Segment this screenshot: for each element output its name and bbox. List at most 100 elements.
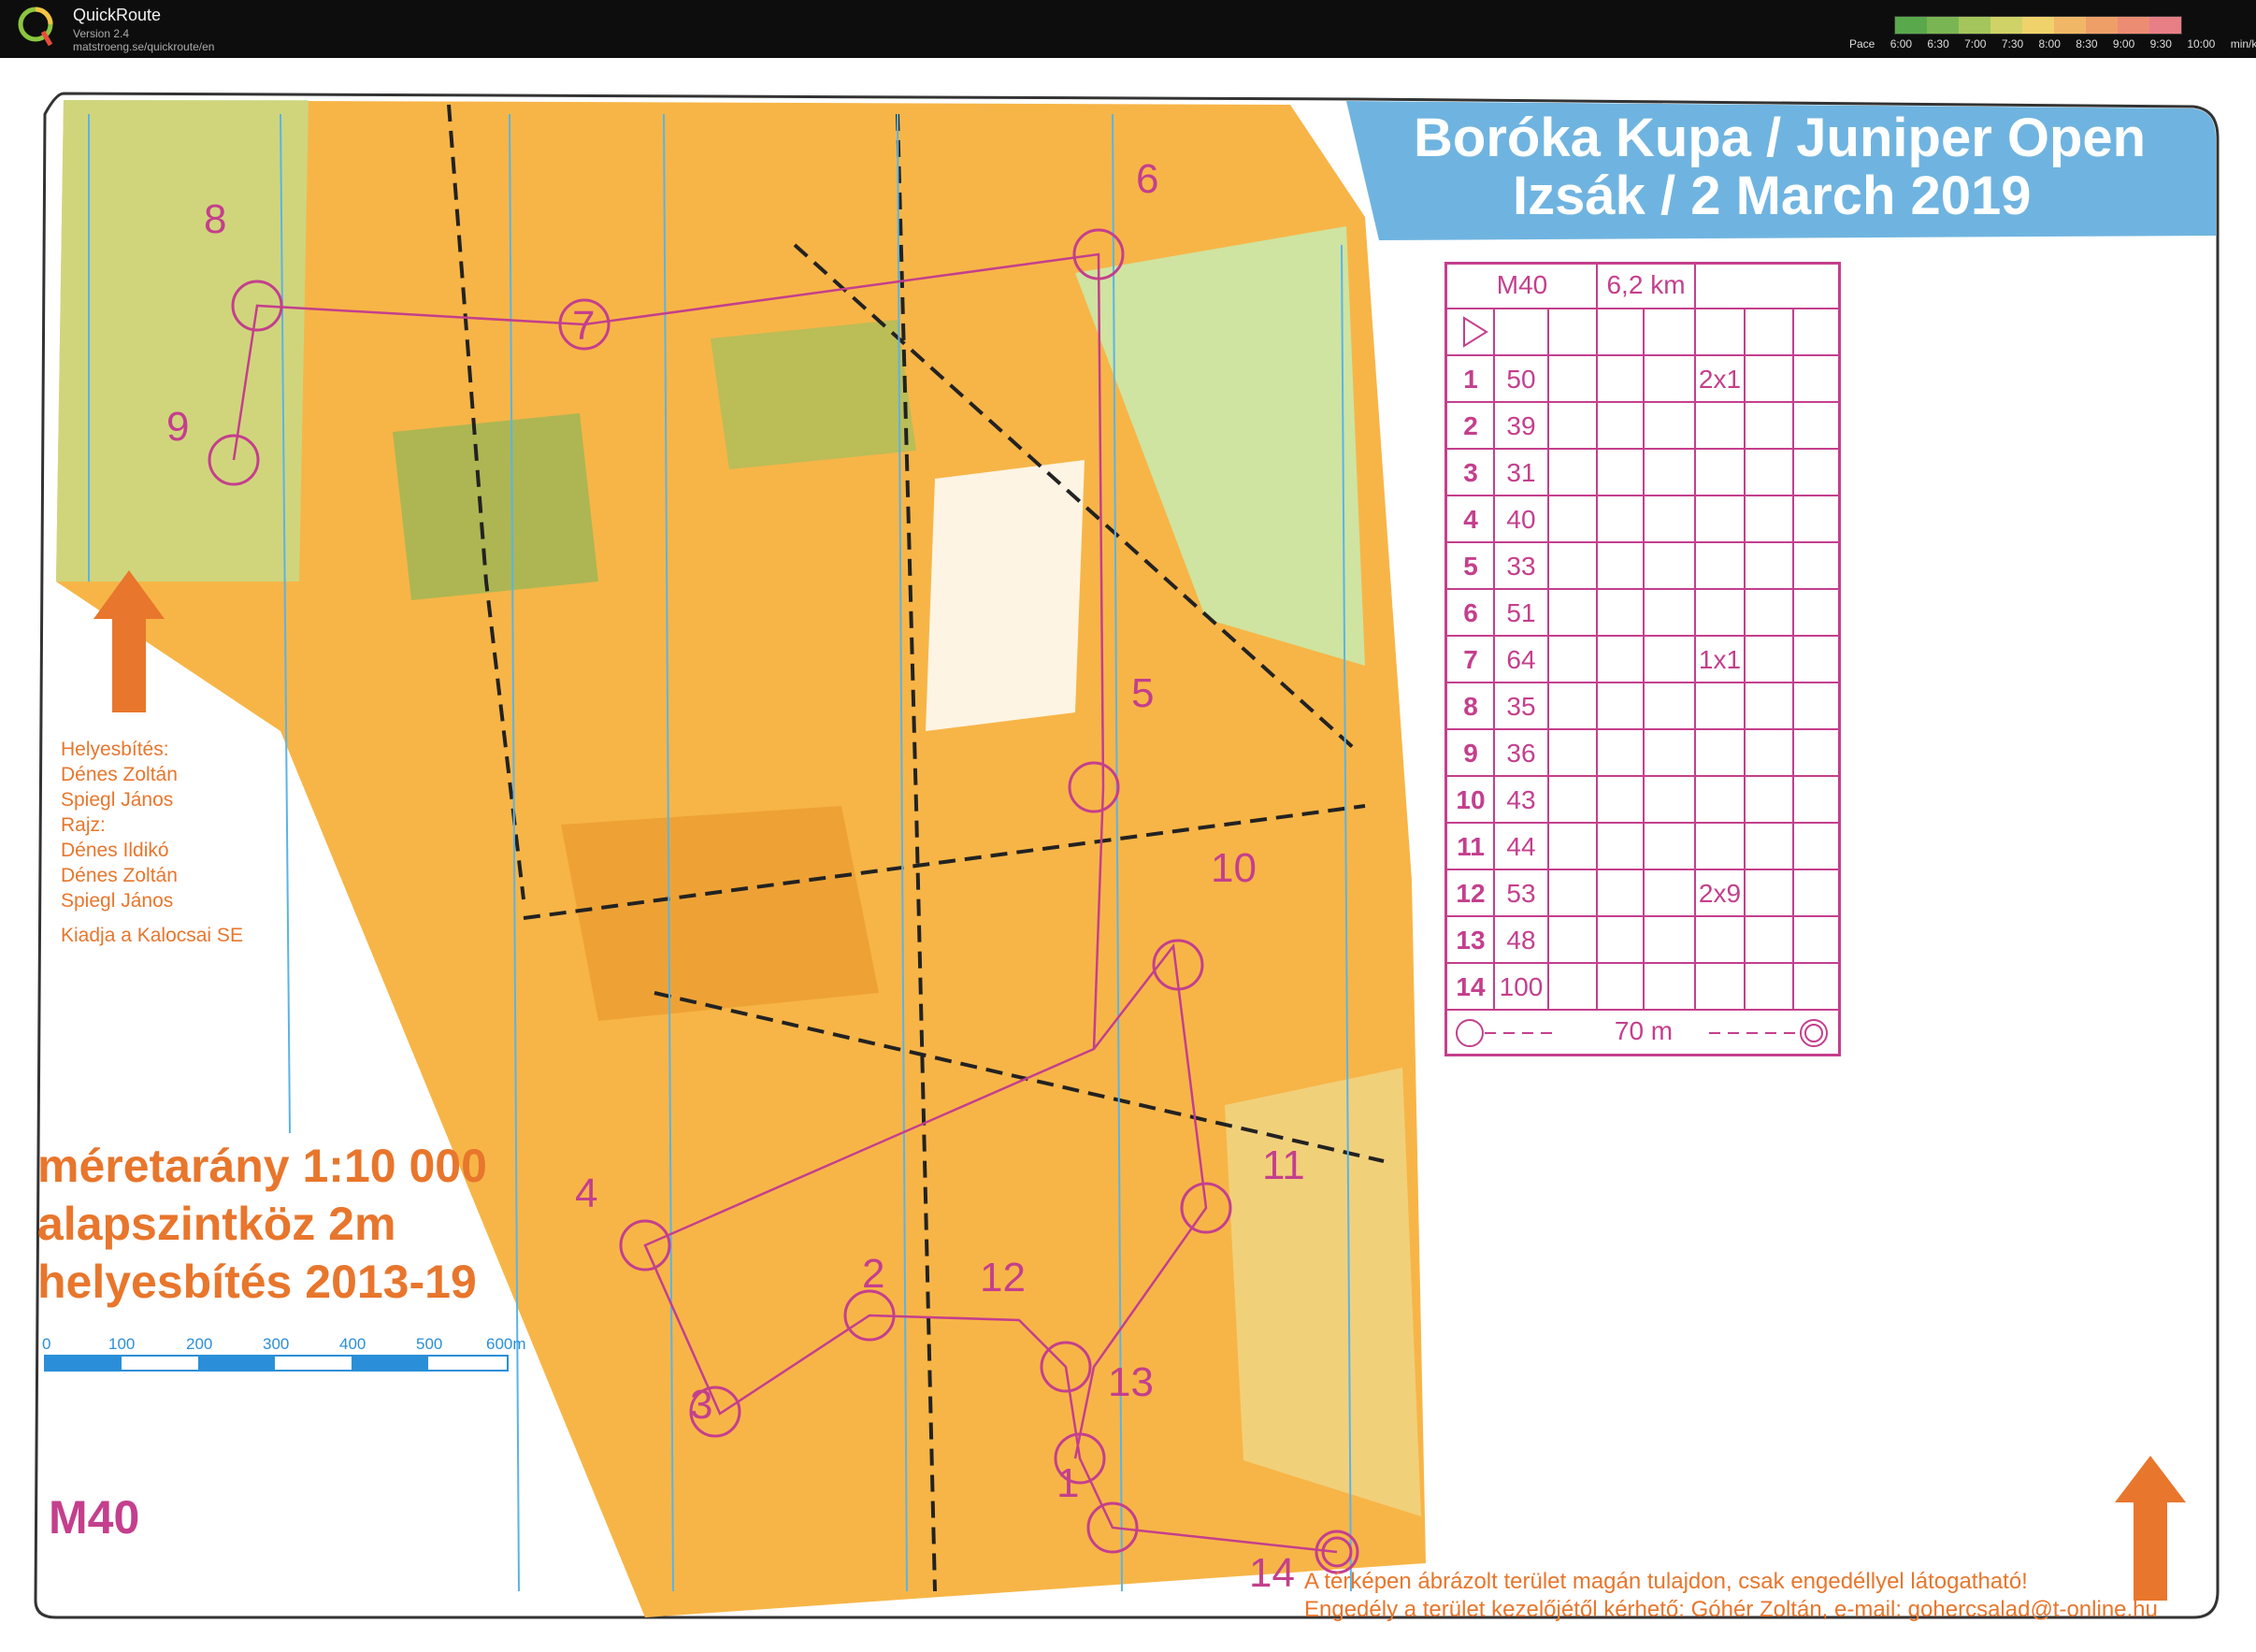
cd-dimension: 2x1 [1698,365,1742,394]
cd-control-code: 39 [1506,411,1536,440]
cd-control-number: 3 [1463,458,1478,487]
quickroute-logo-icon [18,7,53,47]
pace-color-legend [1894,16,2182,35]
cd-control-number: 9 [1463,739,1478,768]
credit-line: Rajz: [61,814,106,836]
pace-color-swatch [1927,17,1959,34]
pace-color-swatch [2118,17,2149,34]
pace-color-swatch [2086,17,2118,34]
control-number: 10 [1211,845,1257,891]
map-title: Boróka Kupa / Juniper Open [1414,108,2147,168]
cd-length: 6,2 km [1606,270,1686,299]
credit-line: Spiegl János [61,890,174,912]
scale-label: 0 [42,1335,51,1353]
control-number: 3 [690,1382,713,1428]
credit-line: Kiadja a Kalocsai SE [61,925,243,946]
revision-text: helyesbítés 2013-19 [37,1256,477,1308]
cd-control-number: 11 [1457,832,1485,861]
app-version: Version 2.4 [73,27,130,40]
pace-tick: 9:00 [2112,37,2135,50]
pace-tick: 6:00 [1890,37,1913,50]
cd-control-code: 40 [1506,505,1536,534]
credit-line: Dénes Zoltán [61,865,178,886]
orienteering-map[interactable]: Boróka Kupa / Juniper Open Izsák / 2 Mar… [0,58,2256,1652]
terrain-dense [561,806,879,1021]
cd-control-code: 36 [1506,739,1536,768]
cd-control-code: 33 [1506,552,1536,581]
cd-control-number: 4 [1463,505,1478,534]
control-number: 12 [980,1255,1026,1300]
cd-control-code: 51 [1506,598,1536,627]
credit-line: Dénes Ildikó [61,840,169,861]
control-number: 1 [1056,1460,1080,1506]
scale-label: 200 [186,1335,213,1353]
terrain-green-nw [56,100,309,582]
control-number: 11 [1262,1142,1305,1188]
scale-label: 300 [263,1335,290,1353]
control-number: 7 [572,303,596,349]
credit-line: Helyesbítés: [61,739,169,760]
cd-control-number: 6 [1463,598,1478,627]
cd-control-number: 1 [1463,365,1478,394]
finish-start-circle-icon [1456,1019,1484,1047]
scale-label: 600m [486,1335,526,1353]
control-number: 4 [575,1171,598,1216]
cd-control-code: 31 [1506,458,1536,487]
cd-control-number: 13 [1456,926,1486,955]
terrain-green-patch [711,320,916,469]
pace-tick: 10:00 [2187,37,2216,50]
control-number: 2 [862,1251,885,1297]
control-number: 9 [166,404,190,450]
cd-control-number: 5 [1463,552,1478,581]
pace-tick: 8:00 [2038,37,2061,50]
cd-control-code: 35 [1506,692,1536,721]
pace-tick: 7:00 [1964,37,1987,50]
credit-line: Spiegl János [61,789,174,811]
pace-color-swatch [1895,17,1927,34]
cd-control-code: 53 [1506,879,1536,908]
cd-dimension: 2x9 [1698,879,1742,908]
terrain-open-se [1225,1068,1421,1516]
control-number: 13 [1108,1359,1154,1405]
cd-control-number: 2 [1463,411,1478,440]
credit-line: Dénes Zoltán [61,764,178,785]
cd-control-number: 12 [1456,879,1486,908]
pace-color-swatch [1990,17,2022,34]
control-number: 6 [1136,156,1159,202]
pace-labels: Pace 6:00 6:30 7:00 7:30 8:00 8:30 9:00 … [1849,37,2256,50]
cd-control-code: 100 [1499,972,1544,1001]
pace-tick: 8:30 [2076,37,2098,50]
cd-dimension: 1x1 [1698,645,1742,674]
map-subtitle: Izsák / 2 March 2019 [1513,165,2032,226]
terrain-clearing [926,460,1085,731]
cd-control-code: 64 [1506,645,1536,674]
pace-prefix: Pace [1849,37,1875,50]
pace-tick: 9:30 [2149,37,2172,50]
scale-label: 400 [339,1335,366,1353]
contour-text: alapszintköz 2m [37,1198,396,1250]
start-label: 14 [1249,1550,1295,1596]
control-number: 5 [1131,670,1155,716]
scale-label: 500 [416,1335,443,1353]
map-canvas [34,92,2220,1619]
category-label: M40 [49,1491,140,1544]
app-name: QuickRoute [73,6,162,24]
app-url[interactable]: matstroeng.se/quickroute/en [73,40,214,53]
cd-class: M40 [1496,270,1548,299]
scale-text: méretarány 1:10 000 [37,1140,487,1192]
pace-color-swatch [2054,17,2086,34]
pace-tick: 7:30 [2001,37,2024,50]
private-property-notice: A térképen ábrázolt terület magán tulajd… [1304,1569,2028,1594]
permission-notice: Engedély a terület kezelőjétől kérhető: … [1304,1597,2158,1622]
cd-control-number: 8 [1463,692,1478,721]
pace-tick: 6:30 [1927,37,1949,50]
pace-color-swatch [2022,17,2054,34]
pace-unit: min/km [2230,37,2256,50]
pace-color-swatch [1959,17,1990,34]
start-triangle-icon [1463,316,1488,348]
control-description-table: M40 6,2 km 70 m 1 50 2x1 2 39 3 31 4 40 5 33 6 51 7 64… [1444,262,1841,1056]
cd-control-code: 43 [1506,785,1536,814]
cd-control-code: 44 [1506,832,1536,861]
cd-control-number: 7 [1463,645,1478,674]
cd-finish-distance: 70 m [1614,1016,1674,1045]
